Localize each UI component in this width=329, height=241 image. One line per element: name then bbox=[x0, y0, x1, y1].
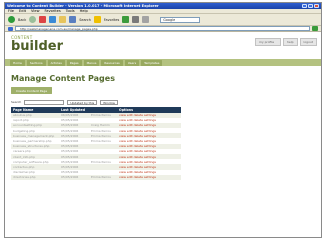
back-button[interactable]: Back bbox=[18, 18, 26, 22]
nav-pages[interactable]: Pages bbox=[66, 59, 82, 66]
table-row: computer_software.php 05/05/2006 Emma Perr… bbox=[11, 159, 181, 165]
mail-icon[interactable] bbox=[132, 16, 140, 23]
create-page-button[interactable]: Create Content Page bbox=[11, 87, 53, 94]
my-profile-button[interactable]: my profile bbox=[255, 38, 281, 46]
back-arrow-icon[interactable] bbox=[8, 16, 15, 23]
updated-by-cell: Emma Perros bbox=[89, 174, 117, 180]
row-actions[interactable]: view edit delete settings bbox=[117, 174, 181, 180]
nav-menus[interactable]: Menus bbox=[83, 59, 100, 66]
site-header: CONTENT builder my profile help logout bbox=[5, 33, 321, 59]
address-bar: http://webmanager.ana.com.au/manage_page… bbox=[5, 26, 321, 32]
search-label: Search bbox=[11, 100, 22, 105]
search-button[interactable]: Search bbox=[79, 18, 91, 22]
nav-templates[interactable]: Templates bbox=[141, 59, 163, 66]
page-title: Manage Content Pages bbox=[11, 74, 115, 83]
header-buttons: my profile help logout bbox=[255, 38, 317, 46]
history-icon[interactable] bbox=[122, 16, 130, 23]
nav-home[interactable]: Home bbox=[10, 59, 25, 66]
table-row: directories.php 05/05/2006 Emma Perros view… bbox=[11, 174, 181, 180]
window-title: Welcome to Content Builder - Version 1.0… bbox=[7, 4, 159, 8]
page-icon bbox=[8, 26, 13, 31]
browser-toolbar: Back Search Favorites Google bbox=[5, 14, 321, 26]
menu-help[interactable]: Help bbox=[80, 9, 88, 13]
favorites-star-icon[interactable] bbox=[93, 16, 101, 23]
menu-edit[interactable]: Edit bbox=[19, 9, 26, 13]
browser-window: Welcome to Content Builder - Version 1.0… bbox=[4, 2, 322, 238]
window-select[interactable]: Window bbox=[100, 100, 118, 105]
last-updated-cell: 05/05/2006 bbox=[59, 174, 89, 180]
forward-arrow-icon[interactable] bbox=[29, 16, 37, 23]
main-nav: Home Sections Articles Pages Menus Resou… bbox=[5, 59, 321, 66]
logout-button[interactable]: logout bbox=[299, 38, 317, 46]
menu-tools[interactable]: Tools bbox=[66, 9, 75, 13]
google-search-box[interactable]: Google bbox=[160, 16, 201, 23]
maximize-button[interactable] bbox=[308, 3, 313, 9]
filter-row: Search Updated by this Window bbox=[11, 100, 315, 105]
stop-icon[interactable] bbox=[39, 16, 47, 23]
main-content: Manage Content Pages Create Content Page… bbox=[5, 66, 321, 180]
search-icon[interactable] bbox=[69, 16, 77, 23]
close-button[interactable] bbox=[314, 3, 319, 9]
page-name-cell: business_partnership.php bbox=[11, 138, 59, 144]
table-row: business_management.php 05/05/2006 Emma Pe… bbox=[11, 133, 181, 139]
web-page: CONTENT builder my profile help logout H… bbox=[5, 33, 321, 237]
help-button[interactable]: help bbox=[283, 38, 298, 46]
google-label: Google bbox=[163, 17, 176, 22]
sort-select[interactable]: Updated by this bbox=[67, 100, 98, 105]
minimize-button[interactable] bbox=[302, 3, 307, 9]
nav-articles[interactable]: Articles bbox=[47, 59, 65, 66]
nav-resources[interactable]: Resources bbox=[101, 59, 123, 66]
refresh-icon[interactable] bbox=[49, 16, 57, 23]
nav-users[interactable]: Users bbox=[124, 59, 140, 66]
search-input[interactable] bbox=[24, 100, 65, 105]
address-field[interactable]: http://webmanager.ana.com.au/manage_page… bbox=[15, 26, 310, 31]
home-icon[interactable] bbox=[59, 16, 67, 23]
table-row: business_partnership.php 05/05/2006 Emma P… bbox=[11, 138, 181, 144]
menu-view[interactable]: View bbox=[31, 9, 40, 13]
go-button[interactable] bbox=[312, 26, 318, 31]
table-row: accountsetting.php 05/05/2006 Craig Hamm vi… bbox=[11, 122, 181, 129]
menu-favorites[interactable]: Favorites bbox=[45, 9, 61, 13]
page-name-cell: directories.php bbox=[11, 174, 59, 180]
page-name-cell: business_management.php bbox=[11, 133, 59, 139]
nav-sections[interactable]: Sections bbox=[26, 59, 46, 66]
pages-table: Page Name Last Updated Options aboutus.p… bbox=[11, 106, 181, 180]
print-icon[interactable] bbox=[142, 16, 150, 23]
menu-file[interactable]: File bbox=[8, 9, 14, 13]
favorites-button[interactable]: Favorites bbox=[104, 18, 119, 22]
